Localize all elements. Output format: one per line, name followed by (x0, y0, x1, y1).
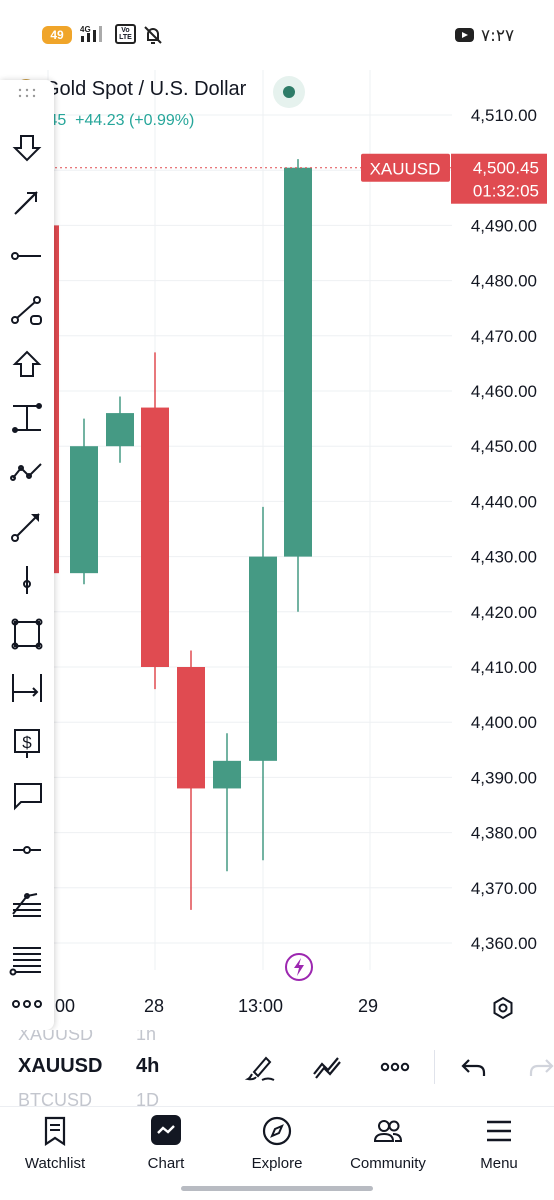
path-icon[interactable] (9, 454, 45, 490)
chart-selector-row: XAUUSD 1h XAUUSD 4h BTCUSD 1D (0, 1030, 554, 1106)
flash-icon[interactable] (284, 952, 314, 982)
more-icon[interactable] (9, 986, 45, 1022)
chart-icon (151, 1115, 181, 1145)
trend-arrow-icon[interactable] (9, 184, 45, 220)
horizontal-line-icon[interactable] (9, 832, 45, 868)
divider (434, 1050, 435, 1084)
notifications-muted-icon (144, 26, 162, 44)
y-tick-label: 4,360.00 (471, 934, 537, 953)
y-tick-label: 4,410.00 (471, 658, 537, 677)
symbol-title[interactable]: Gold Spot / U.S. Dollar (44, 78, 246, 101)
change-value: +44.23 (+0.99%) (75, 112, 195, 129)
nav-menu[interactable]: Menu (444, 1107, 554, 1187)
arrow-up-marker-icon[interactable] (9, 346, 45, 382)
candle-body (70, 446, 98, 574)
nav-community[interactable]: Community (333, 1107, 443, 1187)
nav-label: Chart (147, 1155, 185, 1172)
y-tick-label: 4,450.00 (471, 437, 537, 456)
undo-icon[interactable] (457, 1050, 491, 1084)
x-axis-label: 29 (358, 996, 379, 1016)
y-tick-label: 4,420.00 (471, 603, 537, 622)
trend-line-icon[interactable] (9, 292, 45, 328)
y-tick-label: 4,440.00 (471, 492, 537, 511)
price-change: .45 +44.23 (+0.99%) (44, 112, 194, 130)
candle-body (249, 556, 277, 761)
nav-label: Explore (251, 1155, 303, 1172)
nav-label: Menu (480, 1155, 518, 1172)
y-tick-label: 4,430.00 (471, 548, 537, 567)
x-axis-label: 00 (55, 996, 76, 1016)
more-icon[interactable] (378, 1050, 412, 1084)
y-tick-label: 4,510.00 (471, 106, 537, 125)
interval-option[interactable]: 1D (136, 1090, 159, 1106)
chart-area[interactable]: 4,510.004,500.004,490.004,480.004,470.00… (0, 70, 554, 1030)
arrow-line-icon[interactable] (9, 508, 45, 544)
y-tick-label: 4,460.00 (471, 382, 537, 401)
network-type: 4G (80, 25, 91, 34)
rectangle-icon[interactable] (9, 616, 45, 652)
status-clock: ۷:۲۷ (481, 26, 515, 46)
nav-watchlist[interactable]: Watchlist (0, 1107, 110, 1187)
parallel-lines-icon[interactable] (9, 940, 45, 976)
symbol-tag-label: XAUUSD (370, 160, 441, 179)
battery-indicator: 49 (42, 26, 72, 44)
y-tick-label: 4,490.00 (471, 216, 537, 235)
fib-icon[interactable] (9, 886, 45, 922)
x-axis-label: 28 (144, 996, 165, 1016)
bar-countdown-label: 01:32:05 (473, 182, 539, 201)
date-range-icon[interactable] (9, 400, 45, 436)
ticker-symbol[interactable]: XAUUSD (18, 1055, 102, 1078)
svg-text:$: $ (22, 733, 32, 752)
y-tick-label: 4,390.00 (471, 768, 537, 787)
community-icon (373, 1120, 403, 1142)
ticker-option[interactable]: BTCUSD (18, 1090, 92, 1106)
drawing-toolbar: $ (0, 80, 54, 1030)
y-tick-label: 4,400.00 (471, 713, 537, 732)
x-axis-label: 13:00 (238, 996, 284, 1016)
youtube-icon (455, 28, 474, 42)
menu-icon (487, 1120, 511, 1142)
status-bar: 49 4G Vo LTE ۷:۲۷ (0, 0, 554, 70)
y-tick-label: 4,470.00 (471, 327, 537, 346)
ticker-interval[interactable]: 4h (136, 1055, 159, 1078)
volte-icon: Vo LTE (115, 24, 136, 44)
cursor-arrow-icon[interactable] (9, 130, 45, 166)
candle-body (284, 167, 312, 557)
nav-label: Watchlist (24, 1155, 86, 1172)
price-range-icon[interactable] (9, 670, 45, 706)
horizontal-ray-icon[interactable] (9, 238, 45, 274)
last-price-label: 4,500.45 (473, 159, 539, 178)
indicators-icon[interactable] (310, 1050, 344, 1084)
signal-icon: 4G (80, 25, 102, 42)
callout-icon[interactable] (9, 778, 45, 814)
nav-label: Community (350, 1155, 426, 1172)
nav-explore[interactable]: Explore (222, 1107, 332, 1187)
y-tick-label: 4,480.00 (471, 272, 537, 291)
candle-body (177, 667, 205, 789)
candle-body (141, 407, 169, 667)
interval-option[interactable]: 1h (136, 1030, 156, 1045)
watchlist-icon (44, 1116, 66, 1147)
y-tick-label: 4,380.00 (471, 824, 537, 843)
nav-chart[interactable]: Chart (111, 1107, 221, 1187)
y-tick-label: 4,370.00 (471, 879, 537, 898)
compass-icon (262, 1116, 292, 1146)
brush-icon[interactable] (244, 1050, 278, 1084)
candle-body (213, 760, 241, 789)
market-status-indicator[interactable] (273, 76, 305, 108)
money-icon[interactable]: $ (9, 724, 45, 760)
ticker-option[interactable]: XAUUSD (18, 1030, 93, 1045)
home-indicator (181, 1186, 373, 1191)
chart-settings-icon[interactable] (491, 996, 515, 1020)
candle-body (106, 413, 134, 447)
drag-handle-icon[interactable] (17, 88, 37, 98)
price-chart[interactable]: 4,510.004,500.004,490.004,480.004,470.00… (0, 70, 554, 1030)
redo-icon[interactable] (524, 1050, 554, 1084)
vertical-line-icon[interactable] (9, 562, 45, 598)
